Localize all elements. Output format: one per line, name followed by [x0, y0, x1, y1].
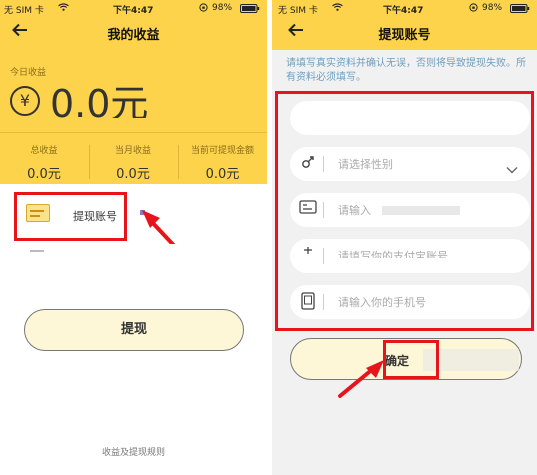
battery-percent: 98% [212, 3, 233, 13]
withdrawable-label: 当前可提现金额 [190, 146, 254, 156]
chevron-down-icon [506, 159, 518, 178]
gender-select[interactable]: 请选择性别 [290, 147, 530, 181]
id-card-icon [298, 200, 318, 220]
field-separator [323, 156, 324, 172]
phone-field[interactable]: 请输入你的手机号 [290, 285, 530, 319]
id-field[interactable]: 请输入 [290, 193, 530, 227]
earnings-screen: 无 SIM 卡 下午4:47 98% 我的收益 今日收益 ¥ 0.0元 总收益 … [0, 0, 267, 475]
annotation-highlight-box [383, 340, 439, 379]
alipay-field[interactable]: 请填写你的支付宝账号 [290, 239, 530, 273]
status-bar: 无 SIM 卡 下午4:47 98% [0, 0, 267, 16]
carrier-text: 无 SIM 卡 [278, 6, 318, 16]
annotation-highlight-box [14, 192, 127, 241]
name-field[interactable] [290, 101, 530, 135]
partial-item-mark [30, 250, 44, 252]
wifi-icon [332, 3, 343, 14]
total-earnings-value: 0.0元 [27, 167, 61, 182]
total-earnings-label: 总收益 [30, 146, 58, 156]
page-title: 我的收益 [107, 28, 160, 43]
field-separator [323, 248, 324, 264]
status-bar: 无 SIM 卡 下午4:47 98% [272, 0, 537, 16]
page-title: 提现账号 [378, 28, 431, 43]
carrier-text: 无 SIM 卡 [4, 6, 44, 16]
content-area [0, 244, 267, 475]
wifi-icon [58, 3, 69, 14]
battery-icon [240, 4, 260, 16]
yuan-coin-icon: ¥ [10, 86, 40, 116]
field-separator [323, 202, 324, 218]
today-earnings-amount: 0.0元 [50, 84, 149, 118]
clock-text: 下午4:47 [113, 6, 154, 16]
alipay-placeholder: 请填写你的支付宝账号 [338, 250, 448, 258]
phone-icon [298, 292, 318, 312]
orientation-lock-icon [469, 3, 478, 15]
field-separator [323, 294, 324, 310]
withdraw-account-screen: 无 SIM 卡 下午4:47 98% 提现账号 请填写真实资料并确认无误，否则将… [272, 0, 537, 475]
battery-percent: 98% [482, 3, 503, 13]
id-placeholder: 请输入 [338, 204, 371, 217]
divider [0, 132, 267, 133]
month-earnings-value: 0.0元 [116, 167, 150, 182]
screenshot-stage: 无 SIM 卡 下午4:47 98% 我的收益 今日收益 ¥ 0.0元 总收益 … [0, 0, 537, 475]
earnings-rules-link[interactable]: 收益及提现规则 [0, 445, 267, 458]
today-earnings-amount-clip: 0.0元 [50, 84, 160, 118]
notice-text: 请填写真实资料并确认无误，否则将导致提现失败。所有资料必须填写。 [286, 58, 526, 83]
gender-placeholder: 请选择性别 [338, 158, 393, 171]
clock-text: 下午4:47 [383, 6, 424, 16]
orientation-lock-icon [199, 3, 208, 15]
month-earnings-label: 当月收益 [114, 146, 151, 156]
obscured-text [382, 206, 460, 215]
battery-icon [510, 4, 530, 16]
annotation-arrow-icon [338, 360, 384, 398]
gender-icon [298, 154, 318, 174]
withdraw-button[interactable]: 提现 [24, 309, 244, 351]
phone-placeholder: 请输入你的手机号 [338, 296, 426, 309]
today-earnings-label: 今日收益 [10, 68, 47, 78]
withdrawable-value: 0.0元 [205, 167, 240, 182]
alipay-icon [298, 246, 318, 266]
